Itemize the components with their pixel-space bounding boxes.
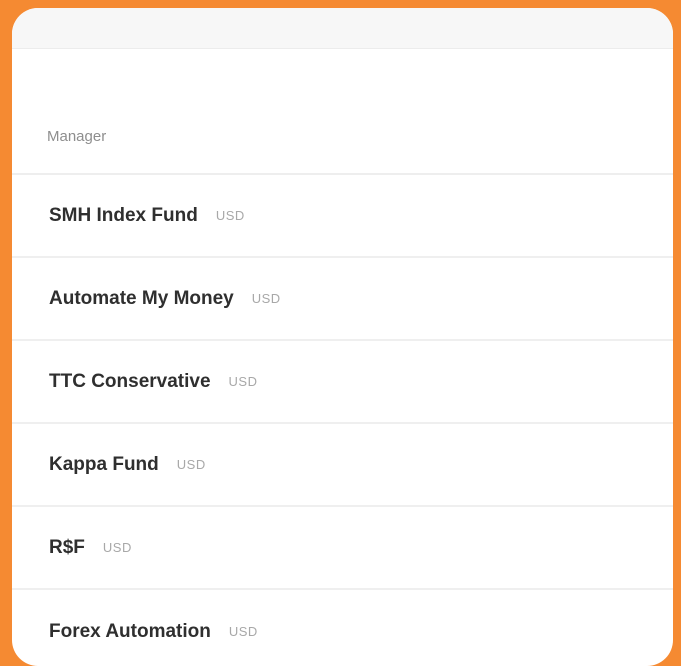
fund-list: SMH Index Fund USD Automate My Money USD… (12, 175, 673, 666)
fund-name: Kappa Fund (49, 453, 159, 475)
currency-label: USD (228, 624, 258, 639)
fund-name: TTC Conservative (49, 370, 211, 392)
currency-label: USD (251, 291, 281, 306)
fund-name: Automate My Money (49, 287, 234, 309)
currency-label: USD (102, 540, 132, 555)
fund-list-card: Manager SMH Index Fund USD Automate My M… (12, 8, 673, 666)
fund-name: R$F (49, 536, 85, 558)
column-header-manager: Manager (12, 99, 673, 175)
currency-label: USD (176, 457, 206, 472)
table-row[interactable]: Forex Automation USD (12, 590, 673, 666)
table-row[interactable]: TTC Conservative USD (12, 341, 673, 424)
table-row[interactable]: Kappa Fund USD (12, 424, 673, 507)
top-strip (12, 8, 673, 49)
table-row[interactable]: Automate My Money USD (12, 258, 673, 341)
table-row[interactable]: SMH Index Fund USD (12, 175, 673, 258)
fund-name: Forex Automation (49, 620, 211, 642)
table-row[interactable]: R$F USD (12, 507, 673, 590)
fund-name: SMH Index Fund (49, 204, 198, 226)
currency-label: USD (215, 208, 245, 223)
currency-label: USD (228, 374, 258, 389)
